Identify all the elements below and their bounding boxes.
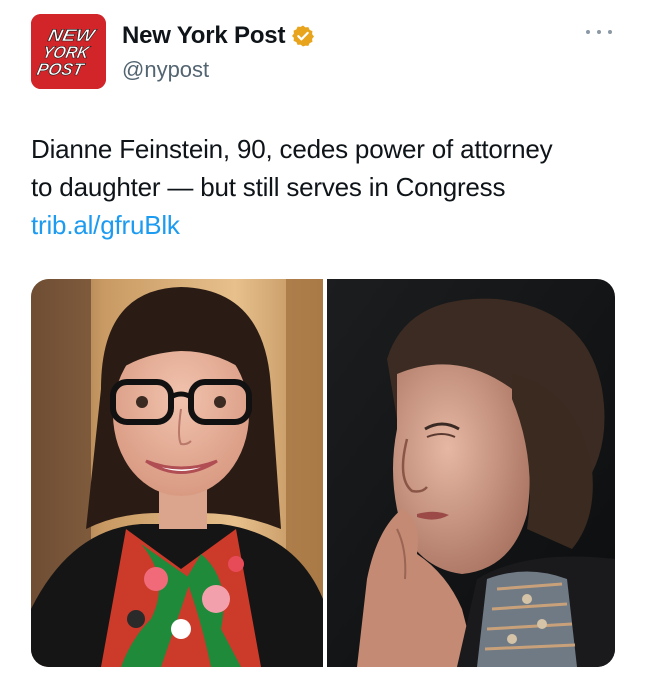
account-handle[interactable]: @nypost (122, 57, 209, 83)
media-grid[interactable] (31, 279, 615, 667)
account-avatar[interactable]: NEW YORK POST (31, 14, 106, 89)
photo-right[interactable] (327, 279, 615, 667)
tweet-text: Dianne Feinstein, 90, cedes power of att… (31, 130, 621, 244)
author-name-row[interactable]: New York Post (122, 22, 315, 50)
tweet-text-line-2: to daughter — but still serves in Congre… (31, 172, 506, 202)
more-options-icon[interactable] (586, 26, 612, 38)
svg-text:POST: POST (35, 59, 87, 79)
photo-left[interactable] (31, 279, 323, 667)
display-name[interactable]: New York Post (122, 22, 285, 50)
tweet-text-line-1: Dianne Feinstein, 90, cedes power of att… (31, 134, 553, 164)
verified-badge-icon (291, 24, 315, 48)
tweet-link[interactable]: trib.al/gfruBlk (31, 206, 621, 244)
nypost-logo: NEW YORK POST (31, 14, 106, 89)
tweet-card: NEW YORK POST New York Post @nypost Dian… (0, 0, 646, 680)
